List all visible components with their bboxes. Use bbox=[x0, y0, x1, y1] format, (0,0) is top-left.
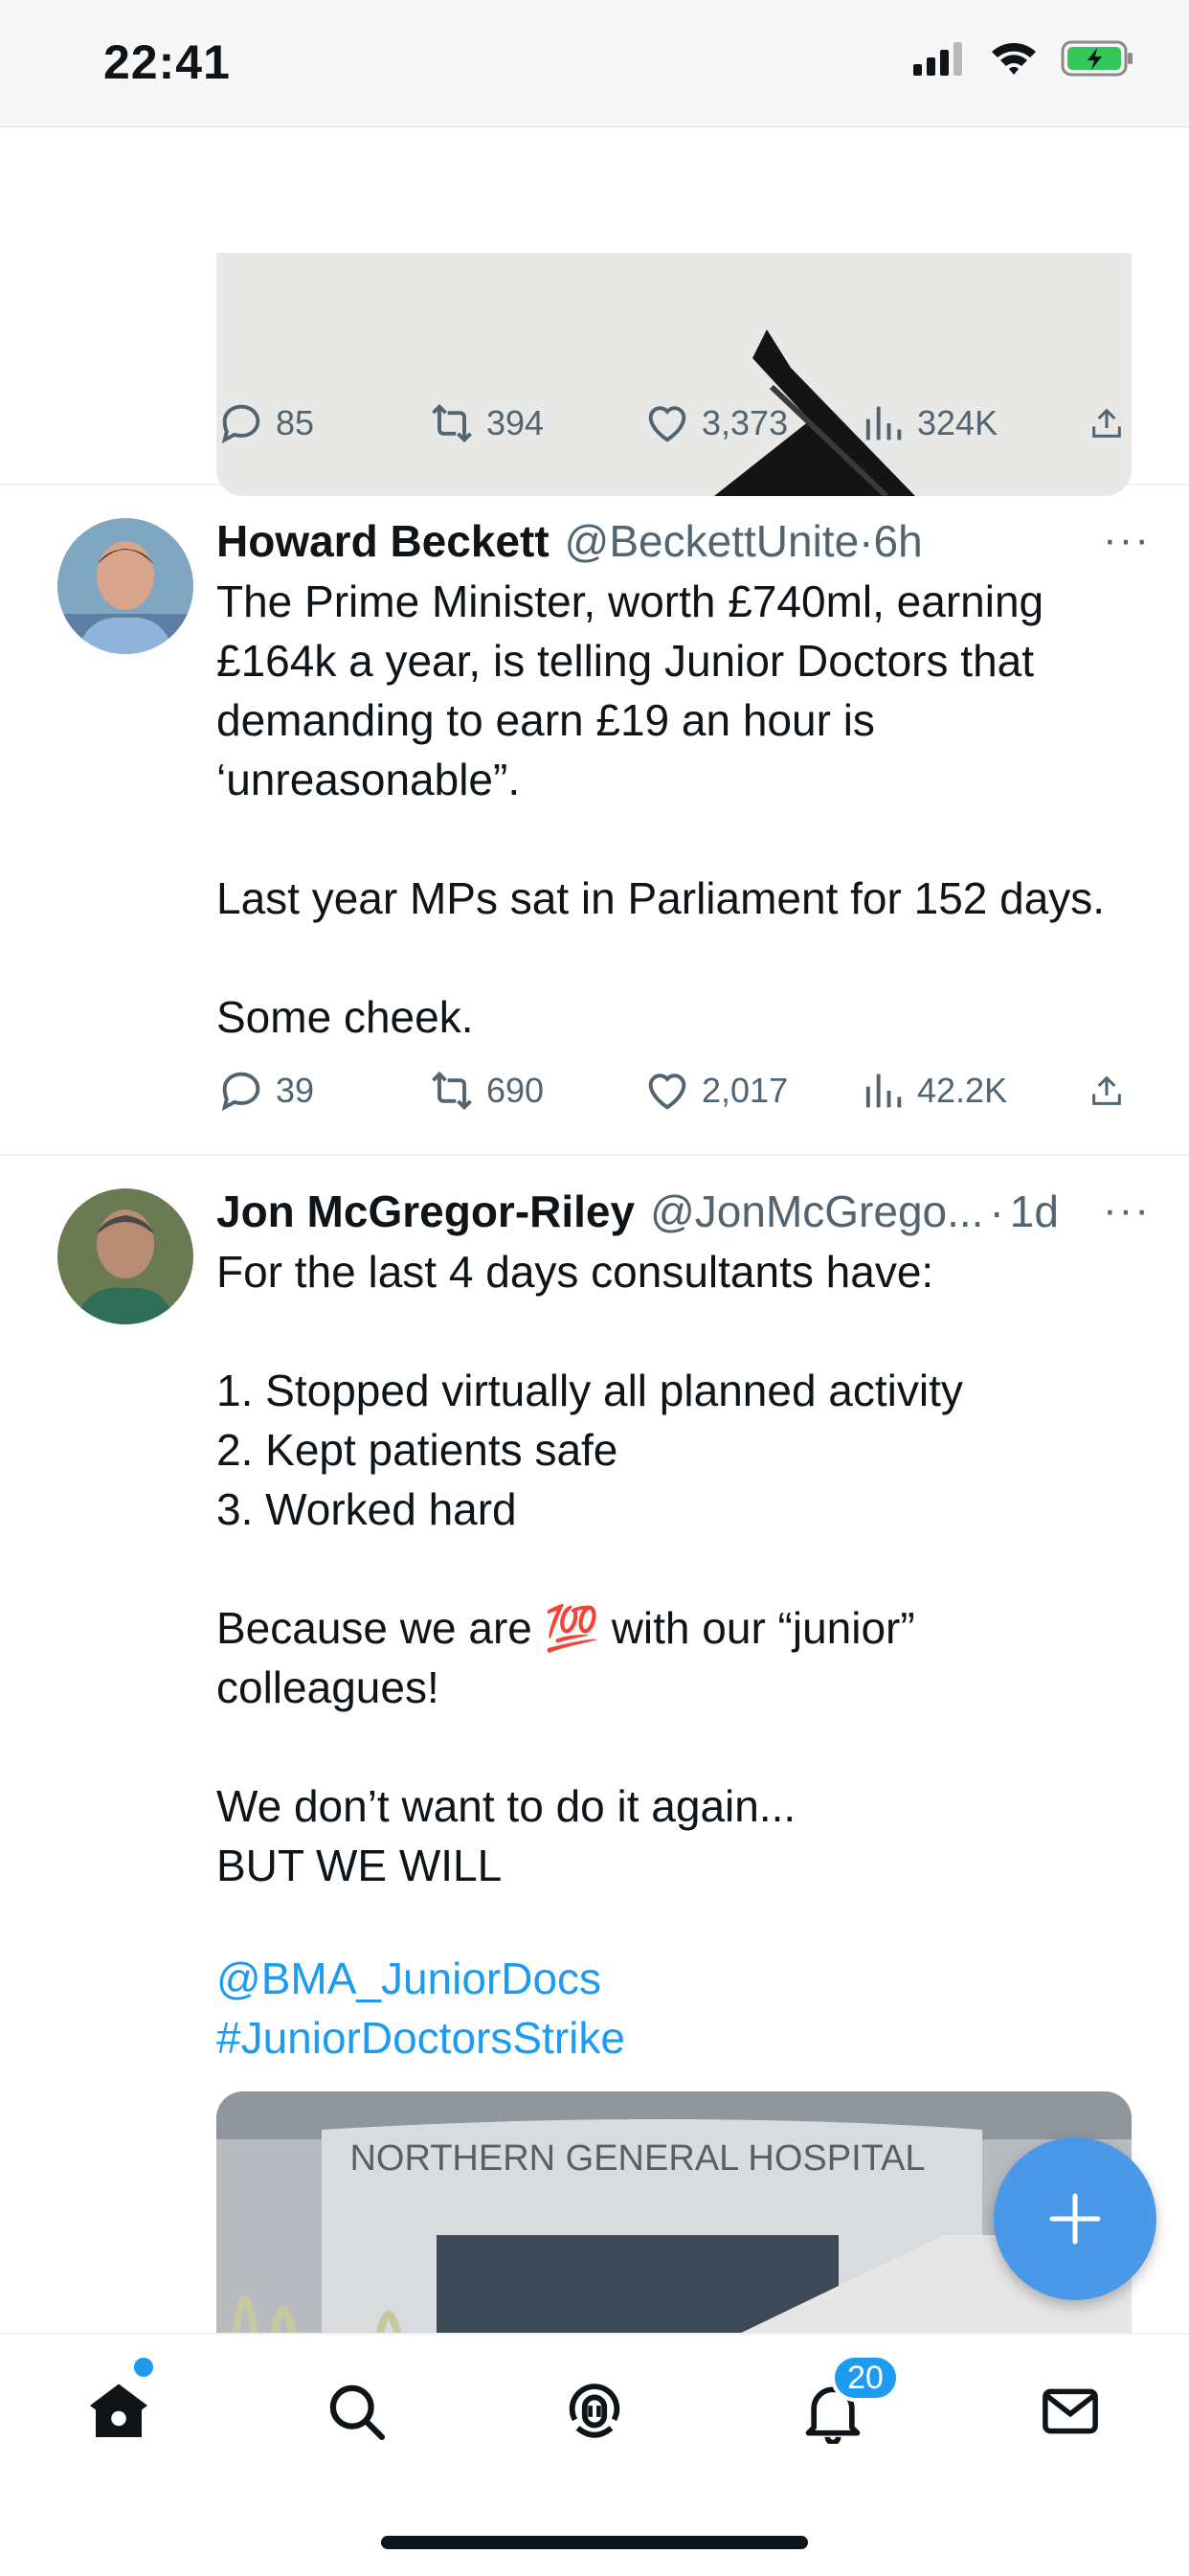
retweet-icon bbox=[432, 403, 472, 443]
spaces-icon bbox=[569, 2384, 620, 2438]
retweet-count: 394 bbox=[486, 403, 545, 442]
retweet-count: 690 bbox=[486, 1071, 545, 1110]
home-unread-dot bbox=[134, 2358, 153, 2377]
tab-search[interactable] bbox=[318, 2373, 394, 2450]
like-count: 3,373 bbox=[702, 403, 789, 442]
heart-icon bbox=[648, 1073, 686, 1110]
status-time: 22:41 bbox=[103, 35, 231, 89]
home-icon bbox=[90, 2384, 147, 2437]
status-bar: 22:41 bbox=[0, 0, 1189, 127]
views-button[interactable]: 42.2K bbox=[858, 1066, 1088, 1116]
tab-messages[interactable] bbox=[1032, 2373, 1109, 2450]
author-name[interactable]: Jon McGregor-Riley bbox=[216, 1186, 635, 1237]
retweet-icon bbox=[432, 1071, 472, 1111]
views-count: 42.2K bbox=[917, 1071, 1008, 1110]
avatar[interactable] bbox=[57, 518, 193, 654]
tweet-time[interactable]: 1d bbox=[1010, 1186, 1059, 1237]
separator-dot: · bbox=[989, 1186, 1004, 1236]
hospital-sign: NORTHERN GENERAL HOSPITAL bbox=[349, 2138, 925, 2179]
views-chart-icon bbox=[865, 406, 902, 441]
reply-icon bbox=[221, 404, 260, 444]
share-button[interactable] bbox=[1088, 1066, 1135, 1116]
share-icon bbox=[1092, 408, 1121, 438]
tab-spaces[interactable] bbox=[556, 2373, 633, 2450]
more-options-icon[interactable]: ··· bbox=[1103, 1186, 1151, 1234]
share-icon bbox=[1092, 1075, 1121, 1105]
tweet-header: Howard Beckett @BeckettUnite · 6h ··· bbox=[216, 510, 1151, 572]
retweet-button[interactable]: 394 bbox=[427, 398, 642, 448]
heart-icon bbox=[648, 406, 686, 442]
like-button[interactable]: 2,017 bbox=[642, 1066, 858, 1116]
reply-count: 39 bbox=[276, 1071, 315, 1110]
reply-button[interactable]: 39 bbox=[216, 1066, 427, 1116]
reply-button[interactable]: 85 bbox=[216, 398, 427, 448]
plus-icon bbox=[1049, 2193, 1101, 2245]
tweet-media-image[interactable] bbox=[216, 253, 1132, 496]
tweet-actions: 85 394 3,373 324K bbox=[216, 395, 1135, 452]
tweet-time[interactable]: 6h bbox=[873, 515, 922, 567]
retweet-button[interactable]: 690 bbox=[427, 1066, 642, 1116]
search-icon bbox=[329, 2384, 386, 2441]
more-options-icon[interactable]: ··· bbox=[1103, 516, 1151, 564]
author-handle[interactable]: @JonMcGrego... bbox=[650, 1186, 983, 1237]
reply-icon bbox=[221, 1072, 260, 1112]
tweet-header: Jon McGregor-Riley @JonMcGrego... · 1d ·… bbox=[216, 1181, 1151, 1242]
share-button[interactable] bbox=[1088, 398, 1135, 448]
wifi-icon bbox=[992, 43, 1036, 75]
author-handle[interactable]: @BeckettUnite bbox=[565, 515, 860, 567]
mention-link[interactable]: @BMA_JuniorDocs bbox=[216, 1949, 1137, 2008]
tweet-previous[interactable]: 85 394 3,373 324K bbox=[0, 126, 1189, 496]
tweet-howard-beckett[interactable]: Howard Beckett @BeckettUnite · 6h ··· Th… bbox=[0, 484, 1189, 1156]
views-button[interactable]: 324K bbox=[858, 398, 1088, 448]
signal-icon bbox=[913, 42, 962, 76]
author-name[interactable]: Howard Beckett bbox=[216, 515, 550, 567]
like-count: 2,017 bbox=[702, 1071, 789, 1110]
reply-count: 85 bbox=[276, 403, 315, 442]
tweet-text: For the last 4 days consultants have: 1.… bbox=[216, 1247, 963, 1890]
tab-home[interactable] bbox=[80, 2373, 157, 2450]
notifications-badge: 20 bbox=[831, 2354, 900, 2402]
media-photo bbox=[216, 253, 1132, 496]
separator-dot: · bbox=[859, 516, 874, 566]
views-count: 324K bbox=[917, 403, 998, 442]
like-button[interactable]: 3,373 bbox=[642, 398, 858, 448]
hashtag-link[interactable]: #JuniorDoctorsStrike bbox=[216, 2008, 1137, 2068]
messages-icon bbox=[1043, 2388, 1098, 2434]
battery-charging-icon bbox=[1061, 40, 1133, 77]
tweet-actions: 39 690 2,017 42.2K bbox=[216, 1062, 1135, 1119]
views-chart-icon bbox=[865, 1073, 902, 1108]
status-icons bbox=[913, 40, 1135, 77]
home-indicator[interactable] bbox=[381, 2536, 808, 2549]
tweet-text: The Prime Minister, worth £740ml, earnin… bbox=[216, 576, 1106, 1042]
avatar[interactable] bbox=[57, 1188, 193, 1324]
compose-tweet-button[interactable] bbox=[994, 2137, 1156, 2300]
